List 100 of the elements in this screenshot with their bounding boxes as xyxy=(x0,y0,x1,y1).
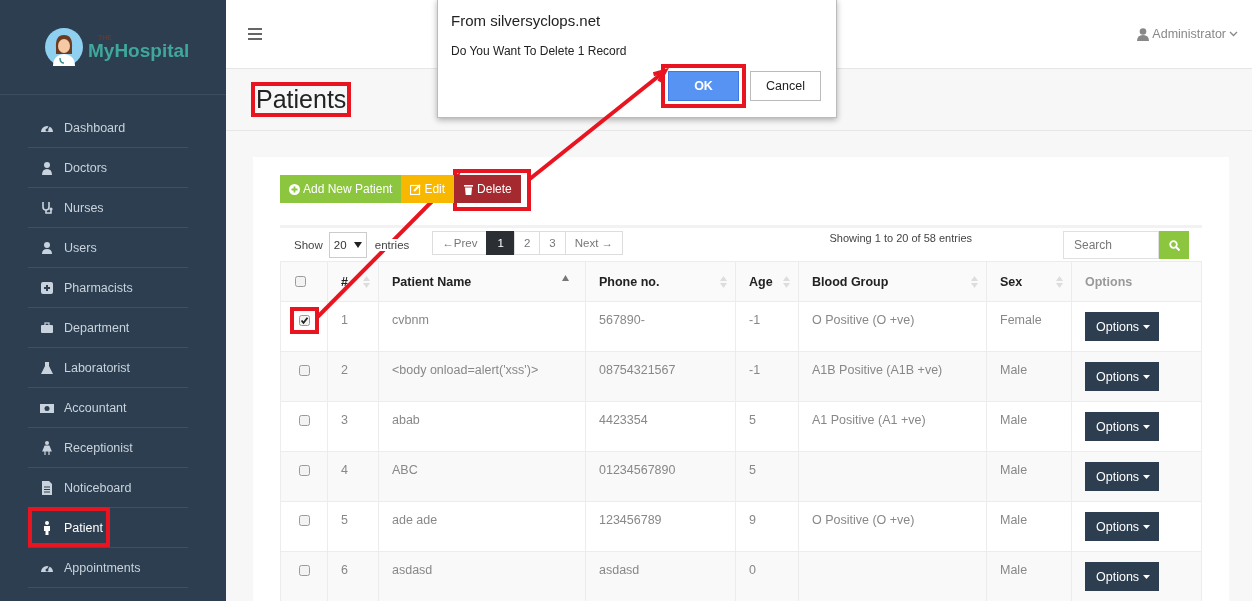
table-cell: Male xyxy=(986,401,1072,452)
sidebar-item[interactable]: Dashboard xyxy=(64,120,126,135)
search-icon xyxy=(1168,239,1180,251)
sidebar-item[interactable]: Patient xyxy=(64,520,103,535)
checkbox[interactable] xyxy=(298,365,310,376)
table-cell: 01234567890 xyxy=(585,451,736,502)
sidebar-item[interactable]: Appointments xyxy=(64,560,141,575)
show-label: Show xyxy=(294,239,323,251)
options-button[interactable]: Options xyxy=(1085,462,1160,491)
table-cell: 6 xyxy=(327,551,379,601)
doctor-icon xyxy=(40,160,54,175)
table-cell: -1 xyxy=(735,301,799,352)
column-header[interactable]: Phone no. xyxy=(585,261,736,302)
checkbox[interactable] xyxy=(298,415,310,426)
checkbox[interactable] xyxy=(298,515,310,526)
options-button[interactable]: Options xyxy=(1085,512,1160,541)
sidebar-item[interactable]: Accountant xyxy=(64,400,127,415)
caret-icon xyxy=(1143,424,1151,429)
table-cell: ade ade xyxy=(378,501,586,552)
table-cell: 5 xyxy=(735,401,799,452)
table-cell: 123456789 xyxy=(585,501,736,552)
page-link[interactable]: 1 xyxy=(486,231,515,255)
sidebar-item[interactable]: Laboratorist xyxy=(64,360,130,375)
sidebar-item[interactable]: Pharmacists xyxy=(64,280,133,295)
column-header[interactable]: Patient Name xyxy=(378,261,586,302)
briefcase-icon xyxy=(40,320,54,335)
table-cell: <body onload=alert('xss')> xyxy=(378,351,586,402)
plus-square-icon xyxy=(40,280,54,295)
sidebar-item[interactable]: Receptionist xyxy=(64,440,133,455)
caret-icon xyxy=(1143,374,1151,379)
table-cell: -1 xyxy=(735,351,799,402)
table-cell: ABC xyxy=(378,451,586,502)
page-link[interactable]: ←Prev xyxy=(432,231,488,255)
stethoscope-icon xyxy=(40,200,54,215)
sidebar-item[interactable]: Doctors xyxy=(64,160,108,175)
table-cell: 3 xyxy=(327,401,379,452)
table-cell: Male xyxy=(986,501,1072,552)
table-cell: 4423354 xyxy=(585,401,736,452)
table-cell: abab xyxy=(378,401,586,452)
plus-circle-icon xyxy=(289,183,300,195)
checkbox[interactable] xyxy=(298,565,310,576)
table-cell: 08754321567 xyxy=(585,351,736,402)
sidebar-item[interactable]: Users xyxy=(64,240,97,255)
menu-icon xyxy=(248,28,262,40)
sidebar-item[interactable]: Noticeboard xyxy=(64,480,132,495)
chevron-down-icon xyxy=(1229,31,1238,37)
caret-icon xyxy=(1143,574,1151,579)
caret-icon xyxy=(1143,324,1151,329)
options-button[interactable]: Options xyxy=(1085,562,1160,591)
sidebar-item[interactable]: Department xyxy=(64,320,130,335)
table-cell: asdasd xyxy=(378,551,586,601)
column-header: Options xyxy=(1071,261,1202,302)
table-cell: 4 xyxy=(327,451,379,502)
checkbox[interactable] xyxy=(298,465,310,476)
checkbox[interactable] xyxy=(295,276,306,287)
column-header[interactable]: Blood Group xyxy=(798,261,987,302)
table-cell: 5 xyxy=(327,501,379,552)
table-cell: 2 xyxy=(327,351,379,402)
document-icon xyxy=(40,480,54,495)
checkbox[interactable] xyxy=(298,315,310,326)
column-header[interactable]: Sex xyxy=(986,261,1072,302)
entries-label: entries xyxy=(372,239,412,251)
page-title: Patients xyxy=(255,84,348,115)
table-cell: O Positive (O +ve) xyxy=(798,301,987,352)
options-button[interactable]: Options xyxy=(1085,362,1160,391)
options-button[interactable]: Options xyxy=(1085,312,1160,341)
caret-icon xyxy=(1143,474,1151,479)
table-cell: Male xyxy=(986,451,1072,502)
page-link[interactable]: Next → xyxy=(564,231,624,255)
table-cell: Male xyxy=(986,351,1072,402)
user-icon xyxy=(40,240,54,255)
table-cell: A1B Positive (A1B +ve) xyxy=(798,351,987,402)
page-size-select[interactable]: 20 xyxy=(328,232,367,258)
doctor-avatar-icon xyxy=(45,28,83,66)
logo-text: MyHospital xyxy=(88,41,190,60)
cancel-button[interactable]: Cancel xyxy=(750,71,821,101)
column-header[interactable]: Age xyxy=(735,261,799,302)
page-link[interactable]: 3 xyxy=(539,231,566,255)
female-figure-icon xyxy=(40,440,54,455)
sidebar-item[interactable]: Nurses xyxy=(64,200,104,215)
table-cell: 1 xyxy=(327,301,379,352)
table-cell: 567890- xyxy=(585,301,736,352)
table-cell: 5 xyxy=(735,451,799,502)
table-cell: 0 xyxy=(735,551,799,601)
edit-icon xyxy=(410,183,422,195)
table-cell: Male xyxy=(986,551,1072,601)
table-cell: A1 Positive (A1 +ve) xyxy=(798,401,987,452)
options-button[interactable]: Options xyxy=(1085,412,1160,441)
table-cell: Female xyxy=(986,301,1072,352)
user-icon xyxy=(1137,27,1150,41)
caret-icon xyxy=(353,242,362,248)
table-cell: 9 xyxy=(735,501,799,552)
table-cell: O Positive (O +ve) xyxy=(798,501,987,552)
table-cell: asdasd xyxy=(585,551,736,601)
search-button[interactable] xyxy=(1159,231,1189,259)
trash-icon xyxy=(463,183,475,195)
search-field[interactable]: Search xyxy=(1063,231,1159,259)
user-menu[interactable]: Administrator xyxy=(1152,27,1226,41)
dialog-message: Do You Want To Delete 1 Record xyxy=(451,44,628,58)
delete-button[interactable]: Delete xyxy=(454,175,521,203)
